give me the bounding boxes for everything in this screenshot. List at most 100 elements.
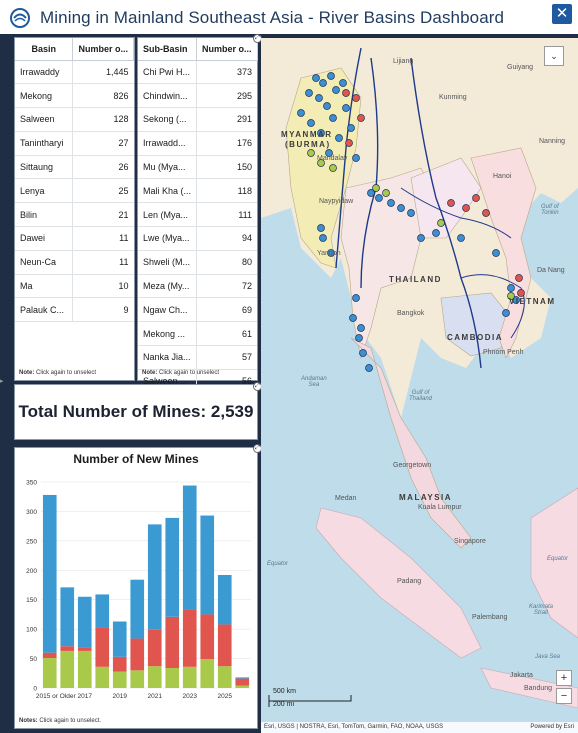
- basin-column-header[interactable]: Basin: [15, 38, 74, 61]
- bar-segment-2017-s1[interactable]: [77, 647, 92, 651]
- bar-segment-2025-s2[interactable]: [217, 574, 232, 625]
- bar-segment-2016-s0[interactable]: [60, 650, 75, 688]
- basin-count-cell: 10: [72, 274, 134, 299]
- basin-row[interactable]: Salween 128: [15, 107, 134, 132]
- basin-row[interactable]: Palauk C... 9: [15, 297, 134, 323]
- bar-segment-2022-s1[interactable]: [165, 616, 180, 668]
- basin-row[interactable]: Lenya 25: [15, 178, 134, 204]
- basin-count-cell: 26: [72, 155, 134, 180]
- subbasin-row[interactable]: Meza (My... 72: [138, 274, 258, 299]
- bar-segment-2021-s0[interactable]: [147, 666, 162, 688]
- basin-row[interactable]: Mekong 826: [15, 83, 134, 109]
- map-menu-chevron-icon[interactable]: ⌄: [544, 46, 564, 66]
- bar-segment-2023-s1[interactable]: [182, 609, 197, 667]
- basin-row[interactable]: Bilin 21: [15, 202, 134, 228]
- basin-row[interactable]: Dawei 11: [15, 226, 134, 251]
- subbasin-count-cell: 72: [196, 274, 258, 299]
- subbasin-row[interactable]: Nanka Jia... 57: [138, 345, 258, 370]
- city-label: Singapore: [454, 538, 486, 545]
- city-label: Nanning: [539, 138, 566, 145]
- bar-segment-2015-or-older-s2[interactable]: [42, 494, 57, 653]
- subbasin-row[interactable]: Shweli (M... 80: [138, 250, 258, 275]
- bar-segment-2020-s0[interactable]: [130, 670, 145, 688]
- bar-segment-2026-s2[interactable]: [235, 677, 250, 679]
- zoom-in-button[interactable]: +: [556, 670, 572, 686]
- subbasin-name-cell: Chi Pwi H...: [138, 60, 198, 85]
- subbasin-column-header[interactable]: Sub-Basin: [138, 38, 198, 61]
- side-panel-toggle-icon[interactable]: ▸: [0, 372, 8, 392]
- basin-row[interactable]: Sittaung 26: [15, 155, 134, 180]
- subbasin-row[interactable]: Irrawadd... 176: [138, 131, 258, 156]
- subbasin-name-cell: Sekong (...: [138, 107, 198, 132]
- basin-row[interactable]: Neun-Ca 11: [15, 250, 134, 275]
- close-button[interactable]: ✕: [552, 4, 572, 24]
- basin-name-cell: Salween: [15, 107, 74, 132]
- bar-segment-2025-s1[interactable]: [217, 624, 232, 667]
- bar-segment-2019-s2[interactable]: [112, 621, 127, 657]
- bar-segment-2018-s2[interactable]: [95, 594, 110, 628]
- subbasin-count-cell: 150: [196, 155, 258, 180]
- chart-note: Notes: Click again to unselect.: [19, 718, 102, 724]
- sea-label-equator-left: Equator: [267, 561, 289, 567]
- bar-segment-2019-s0[interactable]: [112, 671, 127, 688]
- basin-row[interactable]: Ma 10: [15, 274, 134, 299]
- bar-segment-2023-s2[interactable]: [182, 485, 197, 610]
- basin-map[interactable]: MYANMAR (BURMA) THAILAND CAMBODIA VIETNA…: [261, 38, 578, 733]
- bar-segment-2023-s0[interactable]: [182, 666, 197, 688]
- basin-count-cell: 21: [72, 202, 134, 228]
- basin-count-cell: 9: [72, 297, 134, 323]
- city-label: Guiyang: [507, 64, 534, 71]
- city-label: Yangon: [317, 250, 341, 257]
- x-tick-label: 2019: [113, 693, 128, 700]
- subbasin-count-column-header[interactable]: Number o...: [196, 38, 258, 61]
- subbasin-row[interactable]: Chi Pwi H... 373: [138, 60, 258, 85]
- basin-count-column-header[interactable]: Number o...: [72, 38, 134, 61]
- new-mines-chart-panel: Number of New Mines 0 50 100 150 200 250 300 35…: [14, 447, 258, 729]
- bar-segment-2026-s0[interactable]: [235, 685, 250, 688]
- bar-segment-2021-s1[interactable]: [147, 629, 162, 667]
- sea-label-gulf-thailand: Gulf of Thailand: [409, 390, 433, 402]
- subbasin-name-cell: Mekong ...: [138, 321, 198, 347]
- y-tick-label: 100: [26, 627, 37, 634]
- subbasin-row[interactable]: Len (Mya... 111: [138, 202, 258, 228]
- bar-segment-2024-s1[interactable]: [200, 614, 215, 660]
- subbasin-row[interactable]: Mu (Mya... 150: [138, 155, 258, 180]
- bar-segment-2021-s2[interactable]: [147, 524, 162, 630]
- basin-row[interactable]: Tanintharyi 27: [15, 131, 134, 156]
- basin-table: Basin Number o... Irrawaddy 1,445 Mekong 82…: [15, 38, 134, 323]
- bar-segment-2020-s1[interactable]: [130, 638, 145, 671]
- bar-segment-2015-or-older-s0[interactable]: [42, 657, 57, 688]
- new-mines-bar-chart: 0 50 100 150 200 250 300 350 2015 or Older 2017 20…: [26, 480, 251, 700]
- subbasin-row[interactable]: Mali Kha (... 118: [138, 178, 258, 204]
- bar-segment-2024-s0[interactable]: [200, 659, 215, 688]
- bar-segment-2024-s2[interactable]: [200, 515, 215, 615]
- bar-segment-2025-s0[interactable]: [217, 666, 232, 688]
- subbasin-row[interactable]: Lwe (Mya... 94: [138, 226, 258, 251]
- basin-table-panel: Basin Number o... Irrawaddy 1,445 Mekong 82…: [14, 37, 135, 381]
- bar-segment-2026-s1[interactable]: [235, 678, 250, 686]
- subbasin-count-cell: 61: [196, 321, 258, 347]
- basin-row[interactable]: Irrawaddy 1,445: [15, 60, 134, 85]
- bar-segment-2016-s1[interactable]: [60, 646, 75, 651]
- city-label: Phnom Penh: [483, 349, 524, 356]
- basin-name-cell: Mekong: [15, 83, 74, 109]
- bar-segment-2022-s2[interactable]: [165, 517, 180, 617]
- scale-km-label: 500 km: [273, 688, 296, 695]
- subbasin-row[interactable]: Mekong ... 61: [138, 321, 258, 347]
- bar-segment-2017-s0[interactable]: [77, 650, 92, 688]
- bar-segment-2022-s0[interactable]: [165, 667, 180, 688]
- basin-name-cell: Irrawaddy: [15, 60, 74, 85]
- bar-segment-2017-s2[interactable]: [77, 596, 92, 648]
- bar-segment-2018-s0[interactable]: [95, 666, 110, 688]
- subbasin-row[interactable]: Ngaw Ch... 69: [138, 297, 258, 323]
- zoom-out-button[interactable]: −: [556, 688, 572, 704]
- sea-label-gulf-tonkin: Gulf of Tonkin: [541, 204, 559, 216]
- subbasin-row[interactable]: Sekong (... 291: [138, 107, 258, 132]
- bar-segment-2019-s1[interactable]: [112, 656, 127, 672]
- subbasin-count-cell: 295: [196, 83, 258, 109]
- bar-segment-2018-s1[interactable]: [95, 627, 110, 667]
- bar-segment-2020-s2[interactable]: [130, 579, 145, 639]
- bar-segment-2016-s2[interactable]: [60, 587, 75, 647]
- subbasin-row[interactable]: Chindwin... 295: [138, 83, 258, 109]
- bar-segment-2015-or-older-s1[interactable]: [42, 652, 57, 658]
